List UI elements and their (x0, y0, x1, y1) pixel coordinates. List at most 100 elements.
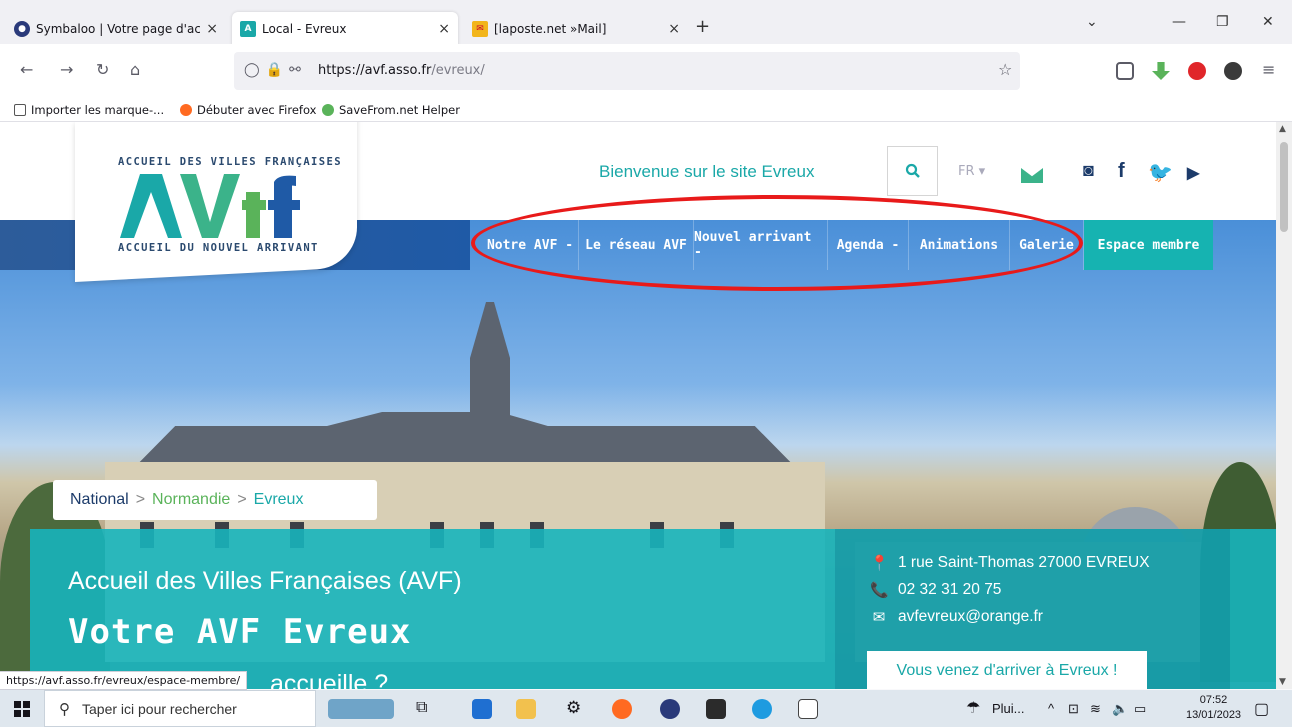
tab-strip: ● Symbaloo | Votre page d'accueil × A Lo… (0, 0, 1292, 46)
forward-icon[interactable]: → (60, 60, 73, 79)
tab-laposte-mail[interactable]: ✉ [laposte.net »Mail] × (464, 12, 688, 46)
symbaloo-icon[interactable] (660, 699, 680, 719)
nav-animations[interactable]: Animations (909, 220, 1010, 270)
nav-nouvel-arrivant[interactable]: Nouvel arrivant - (694, 220, 828, 270)
facebook-icon[interactable]: f (1118, 160, 1125, 183)
firefox-icon[interactable] (612, 699, 632, 719)
contact-address: 📍 1 rue Saint-Thomas 27000 EVREUX (870, 554, 1150, 572)
savefrom-icon (322, 104, 334, 116)
instagram-icon[interactable]: ◙ (1083, 160, 1094, 181)
envelope-icon: ✉ (872, 609, 886, 626)
nav-reseau-avf[interactable]: Le réseau AVF (579, 220, 694, 270)
document-icon[interactable] (798, 699, 818, 719)
breadcrumb-separator: > (237, 491, 247, 508)
close-icon[interactable]: × (668, 21, 680, 37)
clock[interactable]: 07:52 13/01/2023 (1186, 693, 1241, 723)
tab-local-evreux[interactable]: A Local - Evreux × (232, 12, 458, 46)
notifications-icon[interactable]: ▢ (1254, 699, 1269, 719)
task-view-icon[interactable]: ⧉ (416, 699, 427, 717)
home-icon[interactable]: ⌂ (130, 60, 140, 79)
logo-tagline-top: ACCUEIL DES VILLES FRANÇAISES (118, 156, 342, 168)
bookmark-firefox[interactable]: Débuter avec Firefox (180, 103, 316, 117)
taskbar-search-placeholder: Taper ici pour rechercher (82, 700, 237, 717)
volume-icon[interactable]: 🔈 (1112, 701, 1128, 717)
tab-title: Local - Evreux (262, 22, 347, 36)
extension-icon[interactable] (1224, 62, 1242, 80)
adblock-icon[interactable] (1188, 62, 1206, 80)
weather-icon: ☂ (966, 700, 981, 717)
windows-start-icon[interactable] (14, 701, 30, 717)
nav-espace-membre[interactable]: Espace membre (1084, 220, 1213, 270)
nav-agenda[interactable]: Agenda - (828, 220, 909, 270)
breadcrumb-separator: > (135, 491, 146, 508)
breadcrumb: National > Normandie > Evreux (53, 480, 377, 520)
restore-icon[interactable]: ❐ (1216, 14, 1229, 30)
window-close-icon[interactable]: ✕ (1262, 14, 1274, 30)
avf-icon: A (240, 21, 256, 37)
scroll-up-icon[interactable]: ▲ (1279, 124, 1286, 134)
youtube-icon[interactable]: ▶ (1187, 163, 1199, 183)
welcome-text: Bienvenue sur le site Evreux (599, 162, 815, 181)
twitter-icon[interactable]: 🐦 (1148, 160, 1173, 185)
search-icon (905, 163, 920, 178)
back-icon[interactable]: ← (20, 60, 33, 79)
file-explorer-icon[interactable] (516, 699, 536, 719)
sticky-notes-icon[interactable] (706, 699, 726, 719)
logo-tagline-bottom: ACCUEIL DU NOUVEL ARRIVANT (118, 242, 319, 254)
network-icon[interactable]: ⊡ (1068, 701, 1079, 717)
settings-icon[interactable]: ⚙ (566, 698, 581, 718)
symbaloo-icon: ● (14, 21, 30, 37)
nav-notre-avf[interactable]: Notre AVF - (482, 220, 579, 270)
intro-next-line: accueille ? (270, 670, 389, 689)
tab-title: [laposte.net »Mail] (494, 22, 607, 36)
nav-galerie[interactable]: Galerie (1010, 220, 1084, 270)
reload-icon[interactable]: ↻ (96, 60, 109, 79)
language-select[interactable]: FR ▾ (958, 164, 985, 179)
status-url: https://avf.asso.fr/evreux/espace-membre… (0, 671, 248, 690)
contact-phone[interactable]: 📞 02 32 31 20 75 (870, 581, 1001, 599)
phone-icon: 📞 (870, 582, 889, 599)
breadcrumb-city: Evreux (253, 491, 304, 508)
page-scrollbar[interactable]: ▲ ▼ (1276, 122, 1292, 689)
news-widget-icon[interactable] (328, 699, 394, 719)
bookmarks-bar: Importer les marque-... Débuter avec Fir… (0, 100, 1292, 122)
bookmark-star-icon[interactable]: ☆ (998, 60, 1012, 79)
scroll-down-icon[interactable]: ▼ (1279, 677, 1286, 687)
tab-symbaloo[interactable]: ● Symbaloo | Votre page d'accueil × (6, 12, 226, 46)
taskbar: ⚲ Taper ici pour rechercher ⧉ ⚙ ☂ Plui..… (0, 690, 1292, 727)
minimize-icon[interactable]: — (1172, 14, 1186, 30)
tray-chevron-icon[interactable]: ^ (1048, 701, 1054, 716)
url-text[interactable]: https://avf.asso.fr/evreux/ (318, 63, 485, 78)
breadcrumb-region[interactable]: Normandie (152, 491, 230, 509)
list-tabs-icon[interactable]: ⌄ (1086, 14, 1098, 30)
scroll-thumb[interactable] (1280, 142, 1288, 232)
import-icon (14, 104, 26, 116)
site-info-icons[interactable]: ◯🔒⚯ (244, 62, 307, 78)
edge-icon[interactable] (752, 699, 772, 719)
web-page: ACCUEIL DES VILLES FRANÇAISES ACCUEIL DU… (0, 122, 1276, 689)
mail-icon: ✉ (472, 21, 488, 37)
taskbar-search[interactable]: ⚲ Taper ici pour rechercher (44, 690, 316, 727)
page-subtitle: Accueil des Villes Françaises (AVF) (68, 567, 462, 595)
arrive-button[interactable]: Vous venez d'arriver à Evreux ! (867, 651, 1147, 689)
firefox-icon (180, 104, 192, 116)
menu-icon[interactable]: ≡ (1262, 60, 1275, 79)
breadcrumb-national[interactable]: National (70, 491, 129, 509)
teamviewer-icon[interactable] (472, 699, 492, 719)
avf-logo[interactable] (118, 172, 318, 238)
weather-text[interactable]: Plui... (992, 701, 1025, 716)
new-tab-button[interactable]: + (695, 16, 710, 37)
bookmark-import[interactable]: Importer les marque-... (14, 103, 164, 117)
wifi-icon[interactable]: ≋ (1090, 701, 1101, 717)
pocket-icon[interactable] (1116, 62, 1134, 80)
tab-title: Symbaloo | Votre page d'accueil (36, 22, 201, 36)
search-icon: ⚲ (59, 700, 70, 718)
map-pin-icon: 📍 (870, 555, 889, 572)
battery-icon[interactable]: ▭ (1134, 701, 1146, 717)
bookmark-savefrom[interactable]: SaveFrom.net Helper (322, 103, 460, 117)
page-title: Votre AVF Evreux (68, 612, 412, 652)
contact-email[interactable]: ✉ avfevreux@orange.fr (870, 608, 1043, 626)
close-icon[interactable]: × (438, 21, 450, 37)
search-button[interactable] (887, 146, 938, 196)
close-icon[interactable]: × (206, 21, 218, 37)
